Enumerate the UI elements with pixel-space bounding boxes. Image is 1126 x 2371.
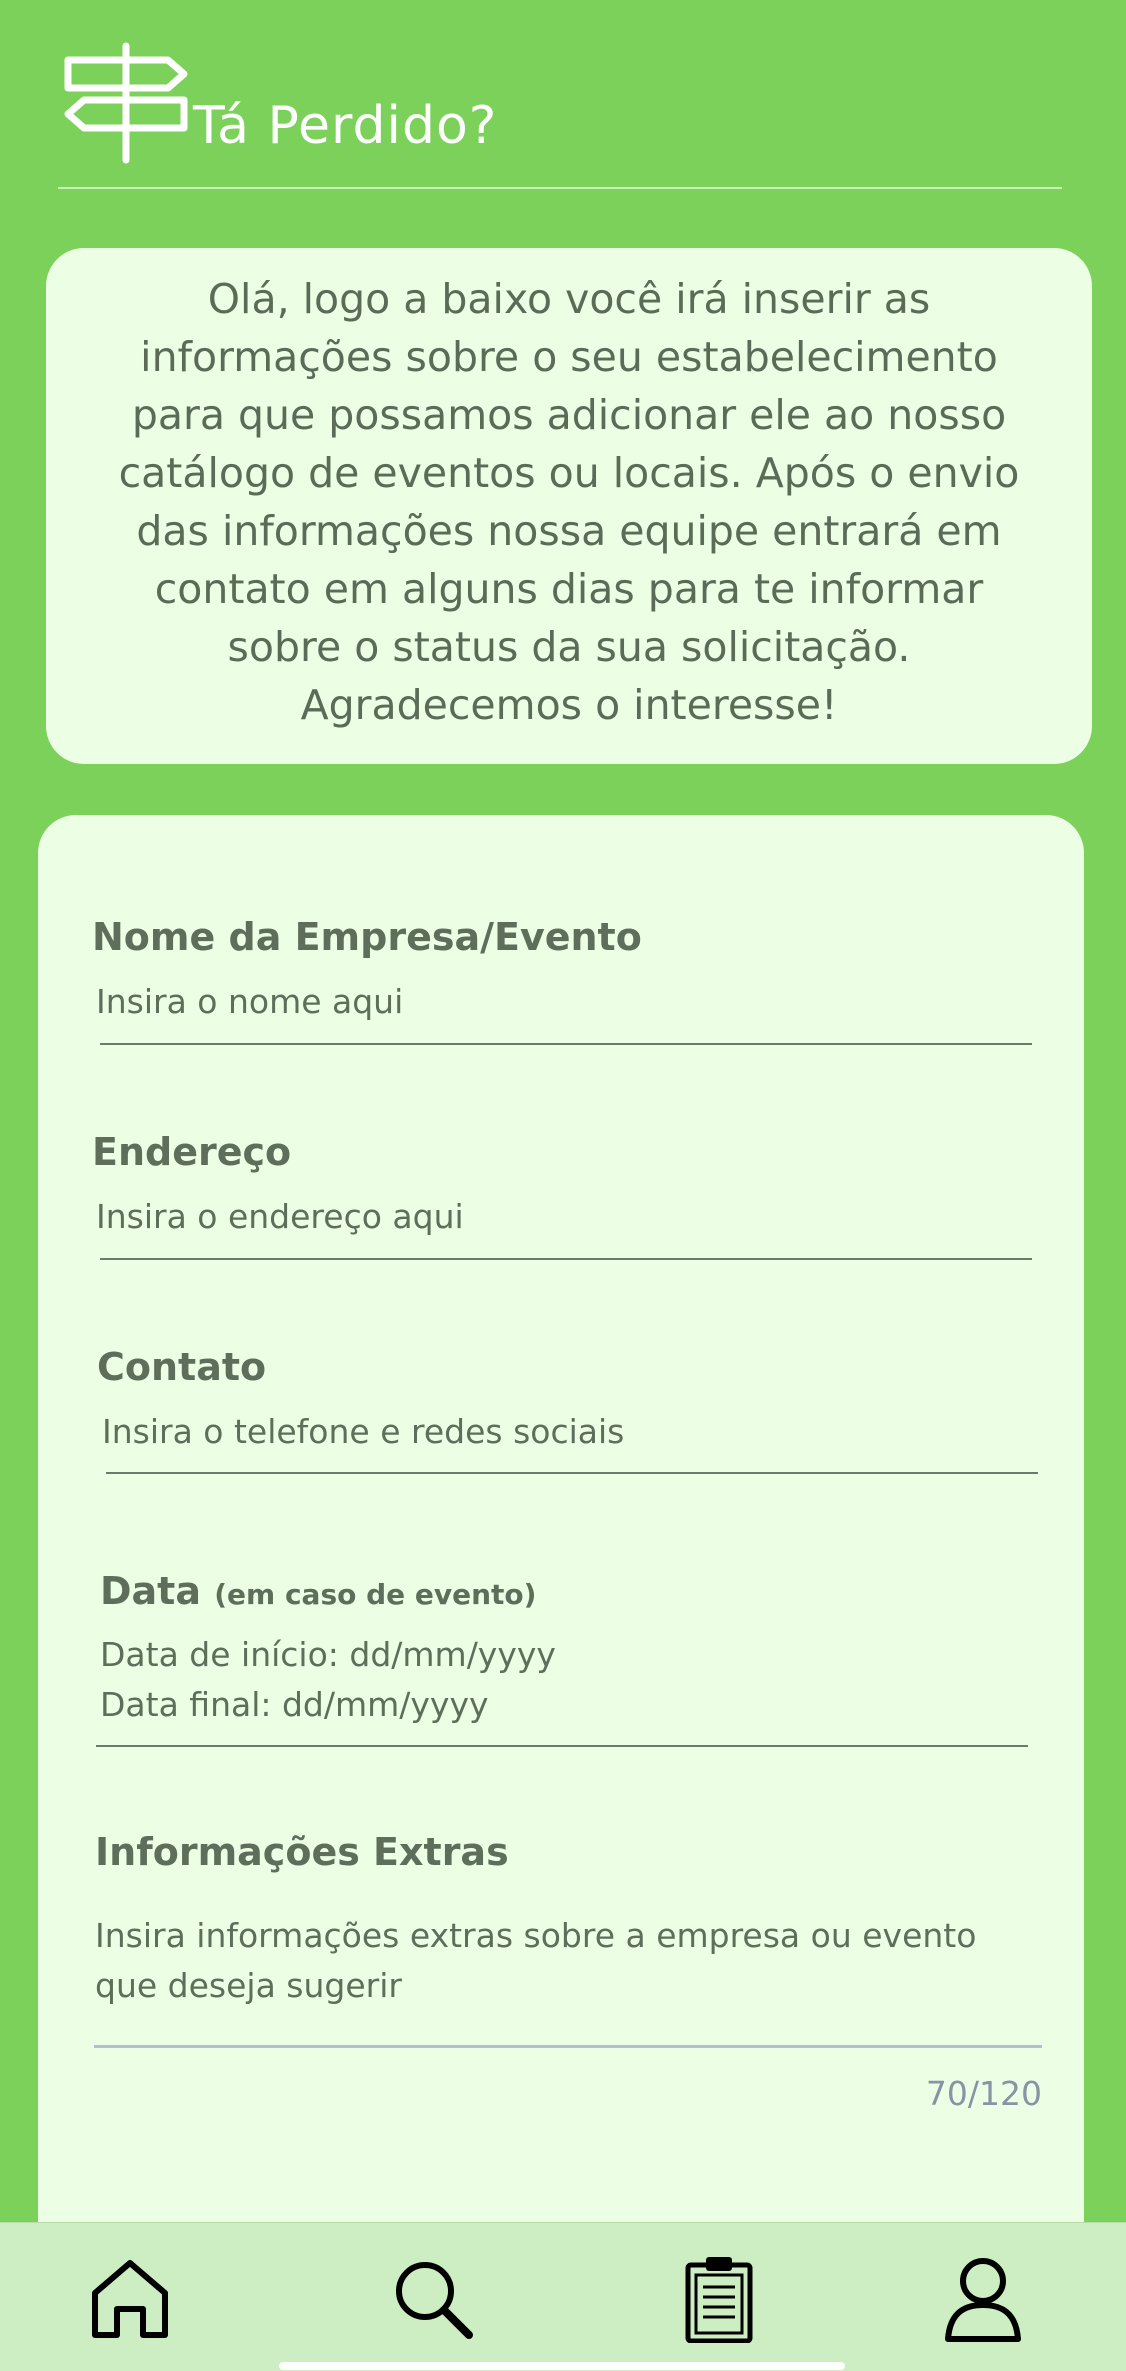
address-label: Endereço — [92, 1130, 292, 1174]
intro-text-line: das informações nossa equipe entrará em — [136, 507, 1002, 555]
character-counter: 70/120 — [925, 2074, 1042, 2113]
home-indicator — [279, 2362, 845, 2370]
nav-profile-button[interactable] — [938, 2253, 1028, 2343]
intro-card: Olá, logo a baixo você irá inserir as in… — [46, 248, 1092, 764]
header-divider — [58, 187, 1062, 189]
intro-text-line: informações sobre o seu estabelecimento — [140, 333, 998, 381]
name-input[interactable]: Insira o nome aqui — [96, 977, 403, 1027]
app-header: Tá Perdido? — [0, 0, 1126, 190]
address-input[interactable]: Insira o endereço aqui — [96, 1192, 464, 1242]
contact-input[interactable]: Insira o telefone e redes sociais — [102, 1407, 624, 1457]
intro-text-line: sobre o status da sua solicitação. — [227, 623, 911, 671]
date-label: Data (em caso de evento) — [100, 1572, 536, 1610]
intro-text-line: contato em alguns dias para te informar — [154, 565, 984, 613]
home-icon — [92, 2260, 168, 2338]
extras-label: Informações Extras — [95, 1830, 509, 1874]
intro-text-line: catálogo de eventos ou locais. Após o en… — [118, 449, 1020, 497]
name-underline — [100, 1043, 1032, 1045]
intro-text-line: para que possamos adicionar ele ao nosso — [131, 391, 1007, 439]
extras-text-line: que deseja sugerir — [95, 1966, 402, 2005]
date-end-text: Data final: dd/mm/yyyy — [100, 1685, 489, 1724]
date-start-text: Data de início: dd/mm/yyyy — [100, 1635, 556, 1674]
name-label: Nome da Empresa/Evento — [92, 915, 642, 959]
profile-icon — [945, 2258, 1021, 2342]
extras-text-line: Insira informações extras sobre a empres… — [95, 1916, 977, 1955]
bottom-navigation — [0, 2222, 1126, 2371]
date-label-text: Data — [100, 1569, 201, 1613]
search-icon — [396, 2262, 473, 2339]
date-underline — [96, 1745, 1028, 1747]
extras-textarea[interactable]: Insira informações extras sobre a empres… — [95, 1911, 976, 2011]
date-label-note: (em caso de evento) — [214, 1578, 537, 1611]
date-input[interactable]: Data de início: dd/mm/yyyy Data final: d… — [100, 1630, 556, 1730]
app-title: Tá Perdido? — [193, 96, 498, 156]
nav-clipboard-button[interactable] — [674, 2253, 764, 2344]
extras-underline — [94, 2045, 1042, 2048]
address-underline — [100, 1258, 1032, 1260]
nav-search-button[interactable] — [387, 2253, 477, 2343]
nav-home-button[interactable] — [85, 2253, 175, 2343]
contact-label: Contato — [97, 1345, 267, 1389]
signpost-icon — [64, 42, 188, 164]
intro-text-line: Olá, logo a baixo você irá inserir as — [207, 275, 931, 323]
clipboard-icon — [685, 2257, 753, 2344]
intro-text-line: Agradecemos o interesse! — [300, 681, 838, 729]
suggestion-form: Nome da Empresa/Evento Insira o nome aqu… — [38, 815, 1084, 2315]
contact-underline — [106, 1472, 1038, 1474]
